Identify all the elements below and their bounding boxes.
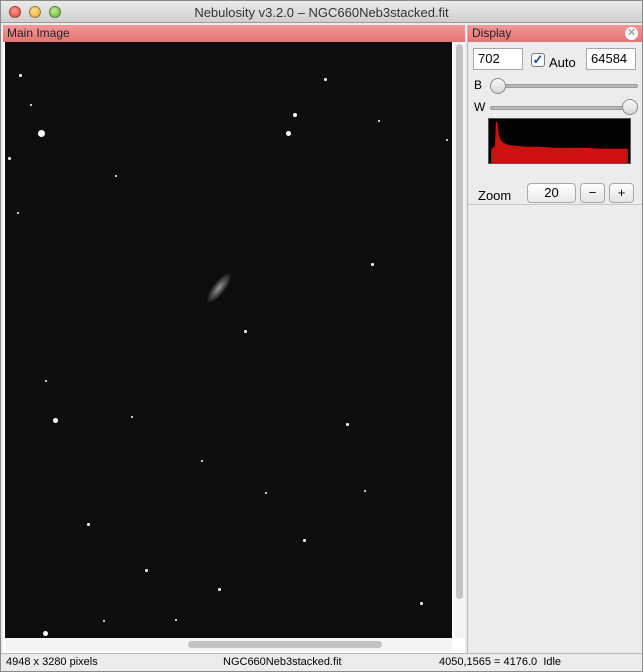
star: [446, 139, 448, 141]
close-icon[interactable]: ✕: [625, 27, 638, 40]
vertical-scroll-thumb[interactable]: [456, 44, 463, 599]
star: [87, 523, 90, 526]
star: [103, 620, 105, 622]
star: [19, 74, 22, 77]
main-image-canvas[interactable]: [5, 42, 452, 638]
status-dimensions: 4948 x 3280 pixels: [6, 656, 98, 668]
b-slider-track[interactable]: [490, 84, 638, 88]
star: [17, 212, 19, 214]
status-readout: 4050,1565 = 4176.0 Idle: [439, 654, 561, 671]
star: [244, 330, 247, 333]
b-slider-knob[interactable]: [490, 78, 506, 94]
zoom-label: Zoom: [478, 188, 512, 203]
title-bar: Nebulosity v3.2.0 – NGC660Neb3stacked.fi…: [1, 1, 642, 23]
star: [175, 619, 177, 621]
app-window: Nebulosity v3.2.0 – NGC660Neb3stacked.fi…: [0, 0, 643, 672]
window-title: Nebulosity v3.2.0 – NGC660Neb3stacked.fi…: [194, 5, 449, 20]
auto-label: Auto: [549, 55, 576, 70]
display-header: Display ✕: [468, 25, 642, 42]
star: [145, 569, 148, 572]
black-point-field[interactable]: 702: [473, 48, 523, 70]
zoom-field[interactable]: 20: [527, 183, 576, 203]
star: [30, 104, 32, 106]
status-cursor-readout: 4050,1565 = 4176.0: [439, 656, 538, 668]
star: [286, 131, 291, 136]
main-image-header: Main Image: [3, 25, 465, 42]
white-point-field[interactable]: 64584: [586, 48, 636, 70]
horizontal-scroll-thumb[interactable]: [188, 641, 382, 648]
w-slider-knob[interactable]: [622, 99, 638, 115]
star: [8, 157, 11, 160]
histogram: [488, 118, 631, 164]
zoom-in-button[interactable]: +: [609, 183, 634, 203]
galaxy: [203, 270, 235, 306]
auto-checkbox[interactable]: ✓: [531, 53, 545, 67]
zoom-out-button[interactable]: −: [580, 183, 605, 203]
star: [293, 113, 297, 117]
star: [38, 130, 45, 137]
star: [53, 418, 58, 423]
star: [420, 602, 423, 605]
star: [265, 492, 267, 494]
histogram-curve: [491, 120, 628, 163]
display-title: Display: [472, 26, 512, 40]
star: [371, 263, 374, 266]
star: [303, 539, 306, 542]
b-slider-label: B: [474, 78, 483, 92]
w-slider-track[interactable]: [490, 106, 638, 110]
star: [201, 460, 203, 462]
vertical-scrollbar[interactable]: [454, 42, 465, 638]
w-slider-label: W: [474, 100, 486, 114]
status-filename: NGC660Neb3stacked.fit: [223, 656, 342, 668]
main-image-panel: Main Image: [3, 25, 465, 653]
display-panel: Display ✕ 702 ✓ Auto 64584 B W Zoom 20 −…: [467, 25, 642, 653]
star: [218, 588, 221, 591]
status-bar: 4948 x 3280 pixels NGC660Neb3stacked.fit…: [1, 653, 642, 671]
star: [43, 631, 48, 636]
star: [115, 175, 117, 177]
star: [324, 78, 327, 81]
star: [45, 380, 47, 382]
star: [131, 416, 133, 418]
star: [346, 423, 349, 426]
display-controls: 702 ✓ Auto 64584 B W Zoom 20 − +: [468, 42, 642, 205]
star: [364, 490, 366, 492]
horizontal-scrollbar[interactable]: [5, 638, 452, 651]
status-state: Idle: [543, 656, 562, 668]
star: [378, 120, 380, 122]
